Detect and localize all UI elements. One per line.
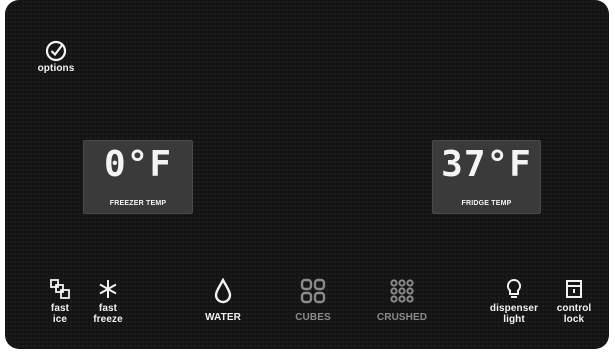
crushed-ice-icon	[390, 279, 414, 303]
control-panel: options 0°F FREEZER TEMP 37°F FRIDGE TEM…	[5, 0, 609, 349]
freezer-temp-caption: FREEZER TEMP	[109, 200, 167, 207]
ice-cubes-icon	[50, 279, 70, 299]
fridge-temp-caption: FRIDGE TEMP	[461, 200, 512, 207]
cubes-icon	[300, 278, 326, 304]
light-bulb-icon	[506, 278, 522, 298]
control-lock-label: control lock	[556, 303, 592, 325]
fridge-temp-display[interactable]: 37°F FRIDGE TEMP	[432, 140, 541, 214]
fast-freeze-label: fast freeze	[93, 303, 123, 325]
fast-ice-label: fast ice	[50, 303, 70, 325]
water-label: WATER	[205, 312, 241, 323]
cubes-button[interactable]: CUBES	[288, 278, 338, 323]
crushed-button[interactable]: CRUSHED	[371, 278, 433, 323]
cubes-label: CUBES	[295, 312, 331, 323]
freezer-temp-value: 0°F	[103, 144, 173, 185]
fast-ice-button[interactable]: fast ice	[40, 278, 80, 325]
fast-freeze-button[interactable]: fast freeze	[85, 278, 131, 325]
control-lock-button[interactable]: control lock	[550, 278, 598, 325]
snowflake-icon	[99, 280, 117, 298]
options-button[interactable]: options	[38, 40, 74, 74]
options-label: options	[37, 63, 75, 74]
freezer-temp-display[interactable]: 0°F FREEZER TEMP	[83, 140, 193, 214]
checkmark-circle-icon	[45, 40, 67, 62]
dispenser-light-label: dispenser light	[489, 303, 539, 325]
water-button[interactable]: WATER	[198, 278, 248, 323]
fridge-temp-value: 37°F	[441, 144, 532, 185]
dispenser-light-button[interactable]: dispenser light	[485, 278, 543, 325]
water-drop-icon	[214, 278, 232, 304]
crushed-label: CRUSHED	[376, 312, 428, 323]
lock-icon	[566, 280, 582, 298]
